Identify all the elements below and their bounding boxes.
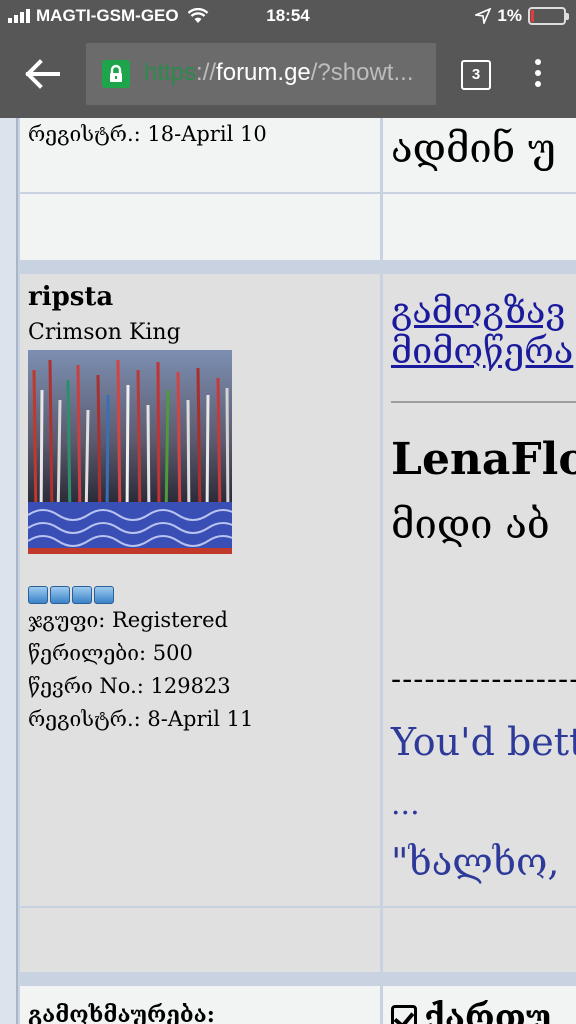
battery-icon xyxy=(528,7,569,25)
lock-icon xyxy=(102,60,130,88)
location-icon xyxy=(475,8,492,24)
user-group: ჯგუფი: Registered xyxy=(28,608,228,632)
signature-line: You'd bette xyxy=(391,720,576,764)
user-post-count: წერილები: 500 xyxy=(28,641,193,665)
rank-stars xyxy=(28,586,114,604)
post-username[interactable]: ripsta xyxy=(28,282,113,312)
prev-registered: რეგისტრ.: 18-April 10 xyxy=(28,122,267,146)
battery-percent: 1% xyxy=(497,6,522,25)
forest-painting-avatar xyxy=(28,350,232,554)
prev-post-text: ადმინ უ xyxy=(391,126,556,172)
prev-post-body-cell: ადმინ უ xyxy=(383,118,576,192)
post-text: მიდი აბ xyxy=(391,502,550,548)
prev-post-footer-left xyxy=(20,194,380,260)
post-subject-line2: მიმოწერა xyxy=(391,331,574,372)
post-subject-link[interactable]: გამოგზავ მიმოწერა xyxy=(391,292,573,372)
signature-quote: "ხალხო, xyxy=(391,840,560,884)
browser-toolbar: https://forum.ge/?showt... 3 xyxy=(0,32,576,118)
address-bar[interactable]: https://forum.ge/?showt... xyxy=(86,43,436,105)
back-arrow-icon[interactable] xyxy=(24,58,64,90)
url-host: forum.ge xyxy=(216,59,311,86)
post-quoted-name: LenaFlow xyxy=(391,434,576,485)
checkbox-icon xyxy=(391,1005,417,1024)
tabs-count-button[interactable]: 3 xyxy=(461,60,491,90)
user-registered: რეგისტრ.: 8-April 11 xyxy=(28,707,254,731)
rewards-text: ქართუ xyxy=(391,998,551,1024)
divider xyxy=(391,401,576,403)
next-post-user-cell: გამოხმაურება: xyxy=(20,986,380,1024)
url-separator: :// xyxy=(196,59,217,86)
rewards-label: გამოხმაურება: xyxy=(28,1002,215,1024)
more-menu-icon[interactable] xyxy=(531,59,545,91)
url-text: https://forum.ge/?showt... xyxy=(144,59,426,87)
post-footer-right xyxy=(383,908,576,972)
post-body-cell: გამოგზავ მიმოწერა LenaFlow მიდი აბ -----… xyxy=(383,274,576,906)
user-info: ჯგუფი: Registered წერილები: 500 წევრი No… xyxy=(28,604,253,736)
rewards-value: ქართუ xyxy=(423,998,552,1024)
signature-separator: ------------------ xyxy=(391,662,576,697)
post-table: რეგისტრ.: 18-April 10 ადმინ უ ripsta Cri… xyxy=(16,118,576,1024)
user-member-number: წევრი No.: 129823 xyxy=(28,674,231,698)
forum-content: რეგისტრ.: 18-April 10 ადმინ უ ripsta Cri… xyxy=(0,118,576,1024)
url-scheme: https xyxy=(144,59,197,86)
post-user-cell: ripsta Crimson King ჯგუფი: Registered წე… xyxy=(20,274,380,906)
post-footer-left xyxy=(20,908,380,972)
post-user-title: Crimson King xyxy=(28,320,181,345)
status-right: 1% xyxy=(475,6,569,26)
user-avatar xyxy=(28,350,232,554)
next-post-body-cell: ქართუ xyxy=(383,986,576,1024)
signature-ellipsis: ... xyxy=(391,787,420,822)
post-subject-line1: გამოგზავ xyxy=(391,291,566,332)
url-path: /?showt... xyxy=(310,59,414,86)
prev-post-user-cell: რეგისტრ.: 18-April 10 xyxy=(20,118,380,192)
status-bar: MAGTI-GSM-GEO 18:54 1% xyxy=(0,0,576,32)
prev-post-footer-right xyxy=(383,194,576,260)
